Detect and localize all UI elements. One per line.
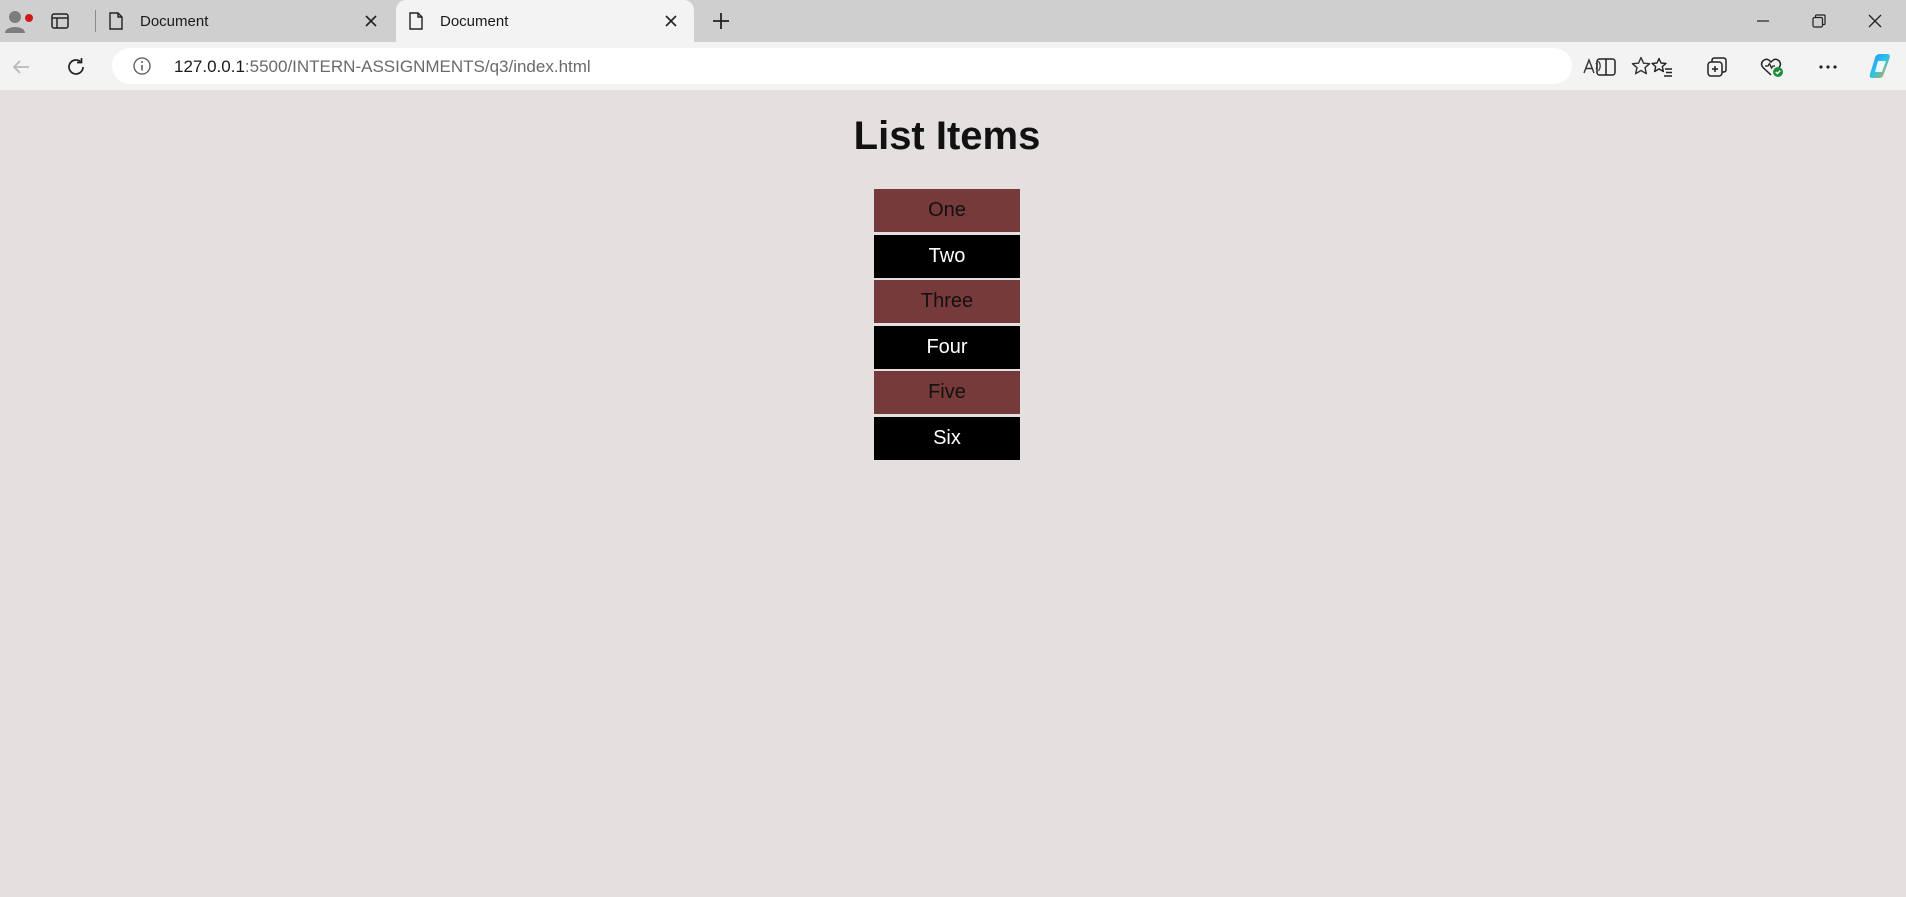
list-item: Six (874, 416, 1020, 460)
list-item: Four (874, 325, 1020, 369)
address-bar[interactable]: 127.0.0.1:5500/INTERN-ASSIGNMENTS/q3/ind… (112, 48, 1651, 84)
close-tab-icon[interactable] (662, 12, 680, 30)
url-path: :5500/INTERN-ASSIGNMENTS/q3/index.html (244, 57, 591, 76)
notification-dot (25, 14, 33, 22)
restore-button[interactable] (1806, 8, 1832, 34)
document-icon (108, 12, 124, 30)
more-options-icon[interactable] (1815, 54, 1841, 80)
refresh-button[interactable] (63, 54, 89, 80)
list-item: Five (874, 371, 1020, 414)
list-item: One (874, 189, 1020, 232)
split-screen-icon[interactable] (1593, 54, 1619, 80)
back-button[interactable] (8, 54, 34, 80)
browser-essentials-icon[interactable] (1759, 54, 1785, 80)
url-text[interactable]: 127.0.0.1:5500/INTERN-ASSIGNMENTS/q3/ind… (174, 57, 591, 77)
tab-actions-icon[interactable] (50, 11, 70, 31)
list-item: Two (874, 234, 1020, 278)
browser-toolbar: 127.0.0.1:5500/INTERN-ASSIGNMENTS/q3/ind… (0, 42, 1906, 90)
favorites-icon[interactable] (1649, 54, 1675, 80)
close-window-button[interactable] (1862, 8, 1888, 34)
collections-icon[interactable] (1704, 54, 1730, 80)
url-host: 127.0.0.1 (174, 57, 245, 76)
list-item: Three (874, 280, 1020, 323)
tab-title: Document (140, 12, 209, 30)
minimize-button[interactable] (1750, 8, 1776, 34)
page-title: List Items (853, 114, 1041, 158)
copilot-icon[interactable] (1866, 51, 1896, 81)
tab-document-1[interactable]: Document (96, 0, 394, 42)
tab-document-2[interactable]: Document (396, 0, 694, 42)
tab-strip: Document Document (0, 0, 1906, 42)
new-tab-button[interactable] (710, 10, 732, 32)
tab-title: Document (440, 12, 509, 30)
close-tab-icon[interactable] (362, 12, 380, 30)
profile-icon[interactable] (4, 8, 33, 34)
info-icon[interactable] (132, 56, 152, 76)
page-viewport: List Items One Two Three Four Five Six (0, 90, 1906, 897)
item-list: One Two Three Four Five Six (874, 189, 1020, 462)
document-icon (408, 12, 424, 30)
